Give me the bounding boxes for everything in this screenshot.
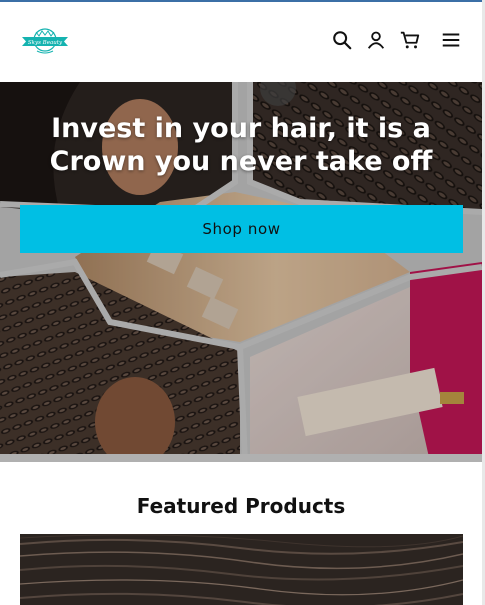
- search-button[interactable]: [330, 28, 354, 52]
- cart-icon: [400, 31, 420, 49]
- menu-button[interactable]: [439, 28, 463, 52]
- menu-icon: [442, 33, 460, 47]
- cart-button[interactable]: [398, 28, 422, 52]
- account-icon: [367, 31, 385, 49]
- account-button[interactable]: [364, 28, 388, 52]
- hero-banner: Invest in your hair, it is a Crown you n…: [0, 82, 482, 462]
- shop-now-button[interactable]: Shop now: [20, 205, 463, 253]
- logo-badge-icon: Skys Beauty: [22, 28, 68, 54]
- featured-products-heading: Featured Products: [136, 494, 346, 518]
- store-logo[interactable]: Skys Beauty: [22, 27, 68, 55]
- hero-headline: Invest in your hair, it is a Crown you n…: [49, 113, 433, 177]
- logo-text: Skys Beauty: [28, 40, 63, 46]
- product-image[interactable]: [20, 534, 463, 605]
- search-icon: [333, 31, 352, 50]
- site-header: Skys Beauty: [0, 2, 482, 82]
- hair-texture-image: [20, 534, 463, 605]
